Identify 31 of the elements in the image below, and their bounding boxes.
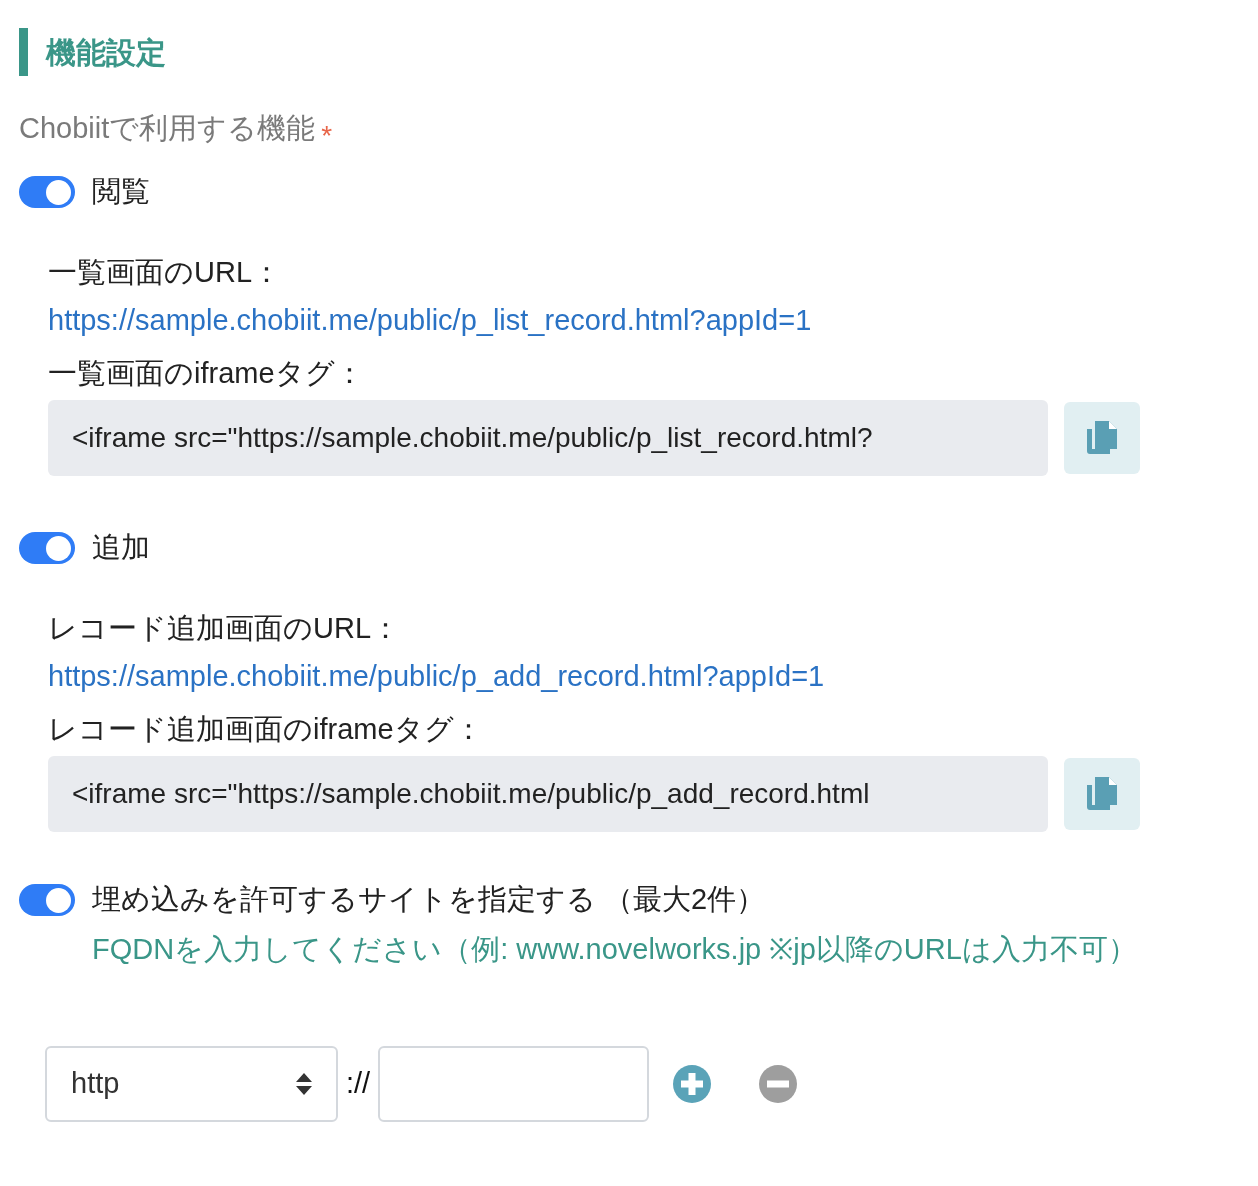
copy-icon <box>1087 421 1117 455</box>
url-link[interactable]: https://sample.chobiit.me/public/p_add_record.html?appId=1 <box>48 652 825 700</box>
separator-text: :// <box>346 1066 371 1102</box>
toggle-label: 閲覧 <box>92 174 150 210</box>
copy-icon <box>1087 777 1117 811</box>
iframe-code-field[interactable]: <iframe src="https://sample.chobiit.me/public/p_add_record.html <box>48 756 1048 832</box>
hint-text: FQDNを入力してください（例: www.novelworks.jp ※jp以降のURLは入力不可） <box>92 932 1138 967</box>
copy-button[interactable] <box>1064 758 1140 830</box>
remove-button[interactable] <box>759 1065 798 1103</box>
host-input-field[interactable] <box>378 1046 650 1122</box>
url-label: 一覧画面のURL： <box>48 255 282 290</box>
url-label: レコード追加画面のURL： <box>48 611 401 646</box>
toggle-label: 埋め込みを許可するサイトを指定する （最大2件） <box>92 882 766 918</box>
iframe-code-field[interactable]: <iframe src="https://sample.chobiit.me/public/p_list_record.html? <box>48 400 1048 476</box>
toggle-switch[interactable] <box>19 176 75 208</box>
required-mark: * <box>321 122 333 150</box>
toggle-label: 追加 <box>92 530 150 566</box>
minus-circle-icon <box>759 1065 798 1103</box>
iframe-label: 一覧画面のiframeタグ： <box>48 356 365 391</box>
url-link[interactable]: https://sample.chobiit.me/public/p_list_record.html?appId=1 <box>48 296 812 344</box>
copy-button[interactable] <box>1064 402 1140 474</box>
iframe-label: レコード追加画面のiframeタグ： <box>48 712 484 747</box>
toggle-switch[interactable] <box>19 884 75 916</box>
field-label: Chobiitで利用する機能 <box>19 110 316 146</box>
toggle-switch[interactable] <box>19 532 75 564</box>
plus-circle-icon <box>673 1065 712 1103</box>
add-button[interactable] <box>673 1065 712 1103</box>
sort-caret-icon <box>296 1073 312 1095</box>
heading-accent-bar <box>19 28 28 76</box>
scheme-select[interactable]: http <box>45 1046 338 1122</box>
section-title: 機能設定 <box>46 34 166 71</box>
